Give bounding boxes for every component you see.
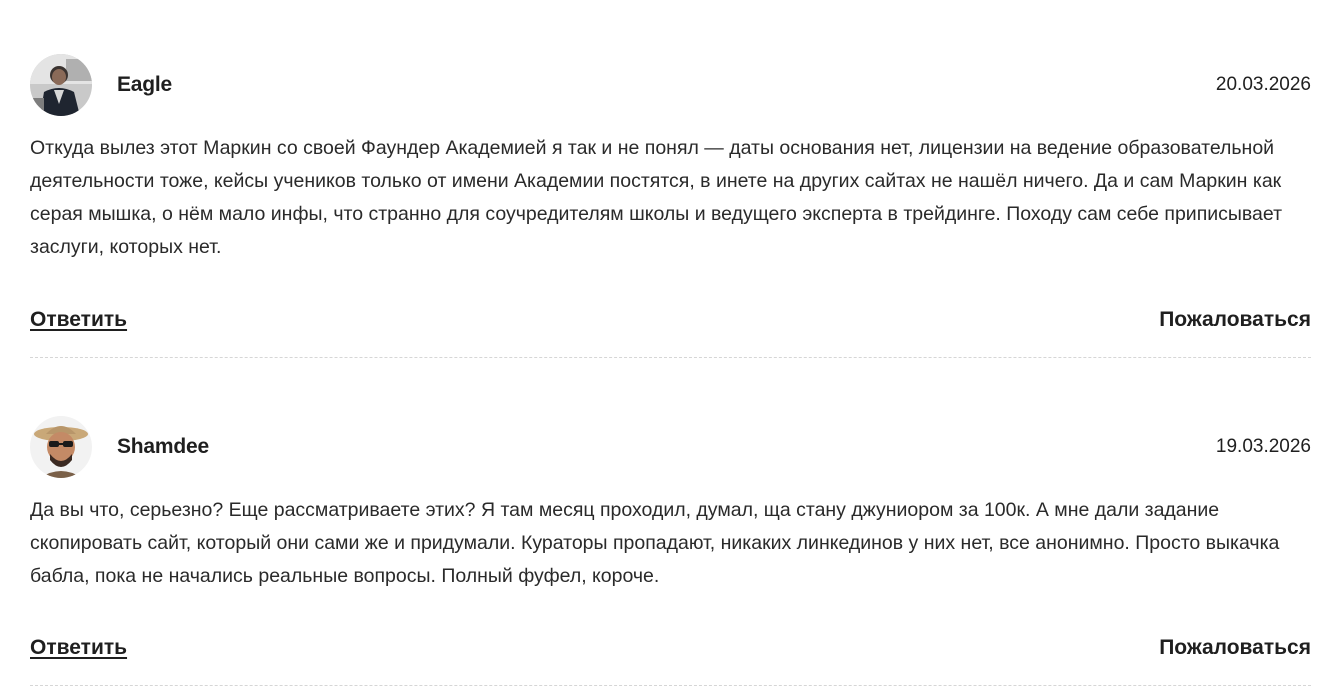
comment-item: Eagle 20.03.2026 Откуда вылез этот Марки…	[30, 0, 1311, 360]
comment-actions: Ответить Пожаловаться	[30, 305, 1311, 335]
report-link[interactable]: Пожаловаться	[1159, 636, 1311, 660]
comment-actions: Ответить Пожаловаться	[30, 633, 1311, 663]
comment-text: Откуда вылез этот Маркин со своей Фаунде…	[30, 137, 1283, 258]
comment-item: Shamdee 19.03.2026 Да вы что, серьезно? …	[30, 360, 1311, 688]
report-link[interactable]: Пожаловаться	[1159, 308, 1311, 332]
comment-header: Shamdee 19.03.2026	[30, 415, 1311, 479]
comment-date: 19.03.2026	[1215, 436, 1311, 457]
comment-divider	[30, 357, 1311, 358]
comment-divider	[30, 685, 1311, 686]
user-photo-avatar-icon	[30, 416, 92, 478]
comment-author: Eagle	[117, 73, 173, 96]
comment-header: Eagle 20.03.2026	[30, 53, 1311, 117]
avatar	[30, 54, 92, 116]
comments-list: Eagle 20.03.2026 Откуда вылез этот Марки…	[30, 0, 1311, 688]
comment-text: Да вы что, серьезно? Еще рассматриваете …	[30, 499, 1280, 587]
comment-date: 20.03.2026	[1215, 74, 1311, 95]
avatar	[30, 416, 92, 478]
user-photo-avatar-icon	[30, 54, 92, 116]
reply-link[interactable]: Ответить	[30, 308, 127, 332]
comment-author: Shamdee	[117, 435, 209, 458]
reply-link[interactable]: Ответить	[30, 636, 127, 660]
